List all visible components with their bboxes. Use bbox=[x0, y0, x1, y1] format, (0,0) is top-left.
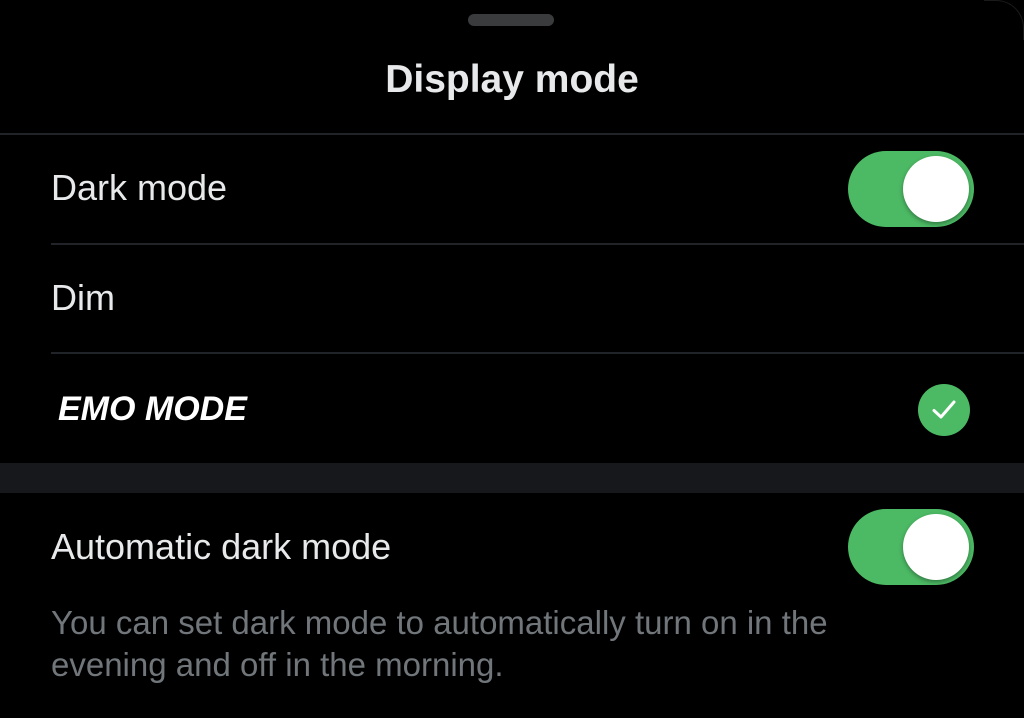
row-divider bbox=[51, 352, 1024, 354]
automatic-dark-mode-toggle[interactable] bbox=[848, 509, 974, 585]
toggle-knob bbox=[903, 514, 969, 580]
dark-mode-toggle[interactable] bbox=[848, 151, 974, 227]
dim-option-label: Dim bbox=[51, 277, 115, 318]
selected-check-badge bbox=[918, 384, 970, 436]
sheet-title: Display mode bbox=[385, 58, 639, 101]
title-divider bbox=[0, 133, 1024, 135]
emo-mode-option-label: EMO MODE bbox=[58, 390, 247, 428]
sheet-grabber-handle[interactable] bbox=[468, 14, 554, 26]
section-separator bbox=[0, 463, 1024, 493]
checkmark-icon bbox=[932, 400, 956, 419]
dark-mode-label: Dark mode bbox=[51, 167, 228, 208]
automatic-dark-mode-description: You can set dark mode to automatically t… bbox=[51, 604, 828, 683]
sheet-corner bbox=[984, 0, 1024, 40]
display-mode-sheet: Display mode Dark mode Dim EMO MODE Auto… bbox=[0, 0, 1024, 718]
automatic-dark-mode-label: Automatic dark mode bbox=[51, 526, 392, 567]
toggle-knob bbox=[903, 156, 969, 222]
row-divider bbox=[51, 243, 1024, 245]
